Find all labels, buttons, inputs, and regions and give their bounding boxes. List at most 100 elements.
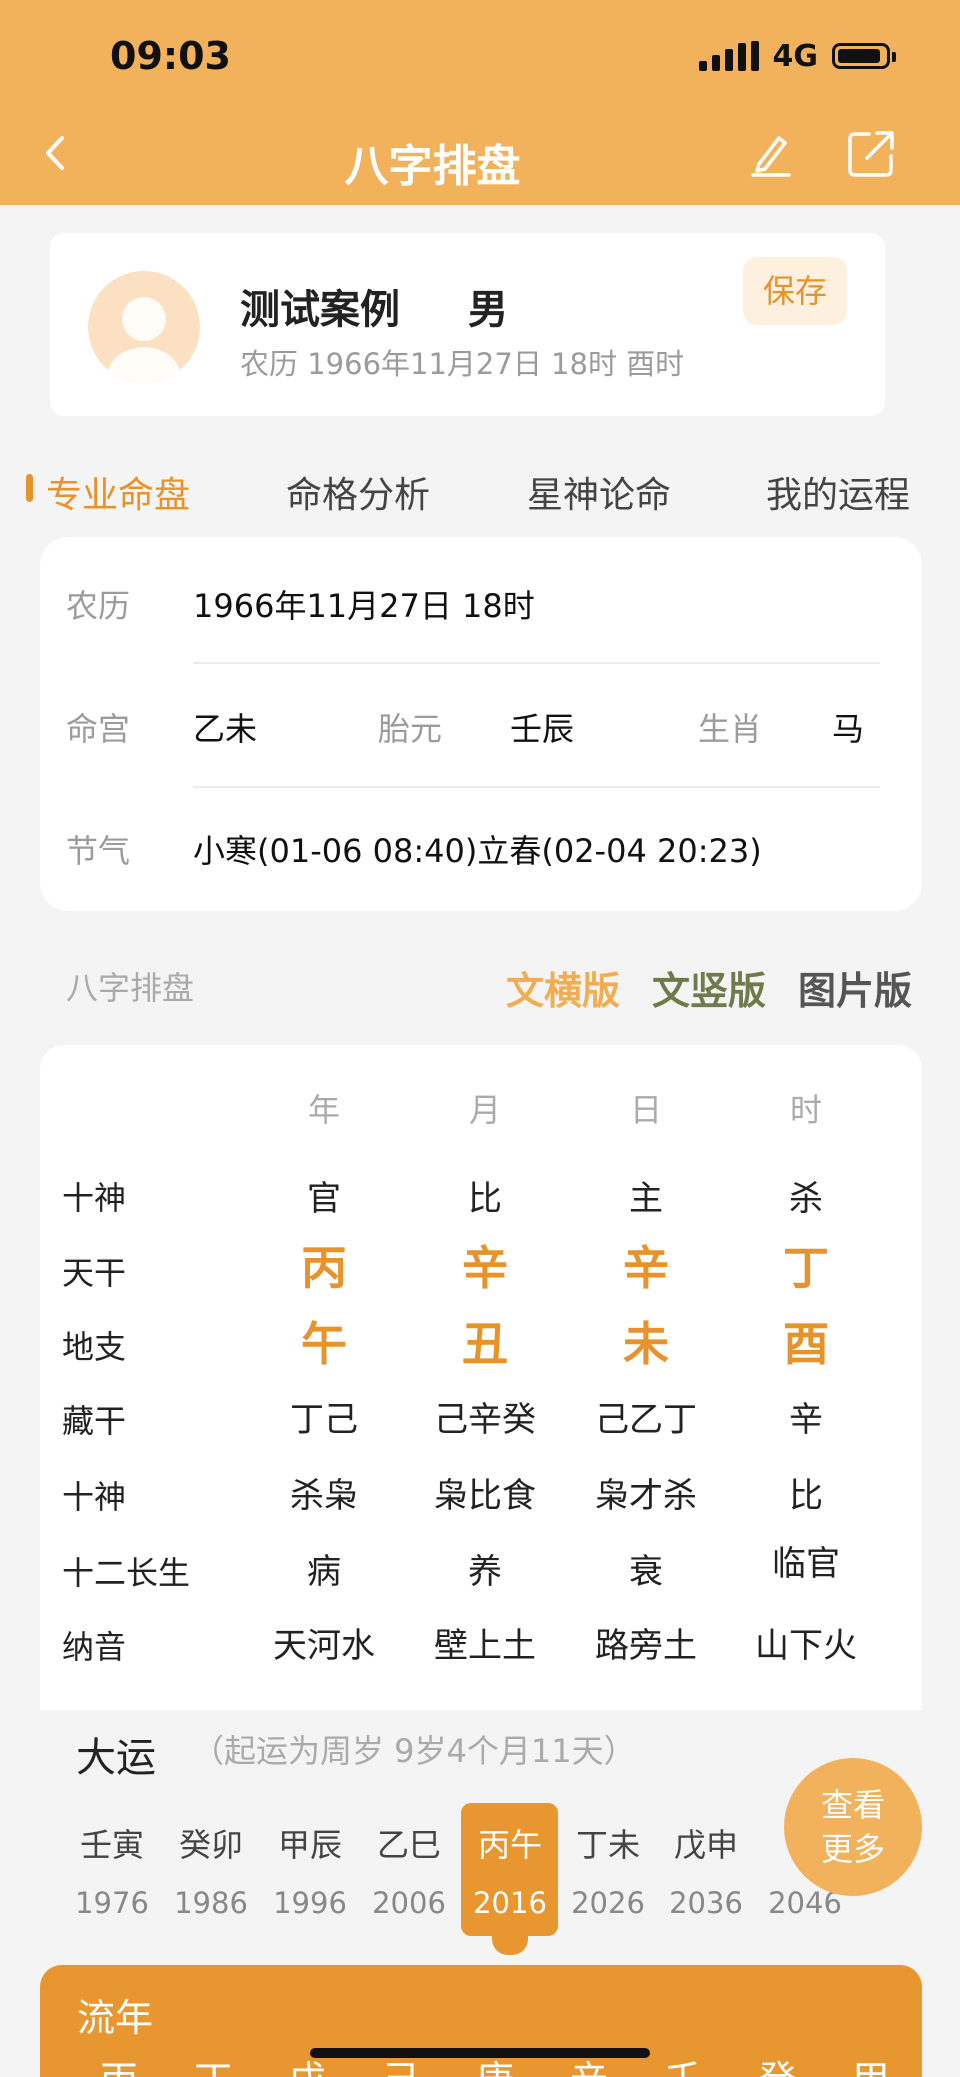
- liunian-item[interactable]: 癸: [746, 2049, 808, 2077]
- taiyuan-value: 壬辰: [510, 710, 575, 748]
- version-image[interactable]: 图片版: [798, 960, 912, 1015]
- cell-shishen-month: 比: [468, 1179, 502, 1219]
- dayun-ganzhi: 癸卯: [178, 1826, 243, 1864]
- version-vertical[interactable]: 文竖版: [652, 960, 766, 1015]
- dayun-subtitle: （起运为周岁 9岁4个月11天）: [192, 1732, 636, 1770]
- profile-card: 测试案例 男 农历 1966年11月27日 18时 酉时 保存: [50, 233, 885, 416]
- dayun-item[interactable]: 戊申 2036: [657, 1820, 755, 1920]
- minggong-label: 命宫: [66, 710, 131, 748]
- column-day: 日: [629, 1091, 662, 1129]
- cell-shishen2-day: 枭才杀: [595, 1476, 697, 1516]
- edit-icon[interactable]: [745, 128, 795, 178]
- view-more-line2: 更多: [820, 1830, 885, 1868]
- lunar-value: 1966年11月27日 18时: [193, 587, 535, 625]
- divider: [193, 662, 880, 664]
- save-button[interactable]: 保存: [743, 257, 847, 325]
- cell-nayin-hour: 山下火: [755, 1626, 857, 1666]
- dayun-ganzhi: 戊申: [673, 1826, 738, 1864]
- cell-nayin-month: 壁上土: [434, 1626, 536, 1666]
- dayun-ganzhi: 乙巳: [376, 1826, 441, 1864]
- row-label-dizhi: 地支: [62, 1328, 127, 1366]
- avatar: [88, 271, 200, 383]
- row-label-canggan: 藏干: [62, 1402, 127, 1440]
- liunian-item[interactable]: 丙: [88, 2049, 150, 2077]
- tab-pattern-analysis[interactable]: 命格分析: [286, 466, 430, 518]
- bazi-chart-card: [40, 1045, 922, 1710]
- cell-shishen2-month: 枭比食: [434, 1476, 536, 1516]
- cell-shishen-year: 官: [307, 1179, 341, 1219]
- cell-canggan-hour: 辛: [789, 1400, 823, 1440]
- tab-professional-chart[interactable]: 专业命盘: [46, 466, 190, 518]
- liunian-item[interactable]: 壬: [652, 2049, 714, 2077]
- dayun-ganzhi: 丁未: [575, 1826, 640, 1864]
- jieqi-label: 节气: [66, 832, 131, 870]
- taiyuan-label: 胎元: [378, 710, 443, 748]
- cell-shishen-hour: 杀: [789, 1179, 823, 1219]
- dayun-ganzhi: 甲辰: [277, 1826, 342, 1864]
- version-horizontal[interactable]: 文横版: [506, 960, 620, 1015]
- cell-dizhi-month: 丑: [462, 1317, 508, 1371]
- liunian-item[interactable]: 丁: [182, 2049, 244, 2077]
- dayun-active-pointer: [492, 1935, 528, 1955]
- dayun-item-active[interactable]: 丙午 2016: [461, 1820, 559, 1920]
- cell-tiangan-hour: 丁: [783, 1241, 829, 1295]
- row-label-nayin: 纳音: [62, 1628, 127, 1666]
- shengxiao-label: 生肖: [698, 710, 763, 748]
- minggong-value: 乙未: [193, 710, 258, 748]
- status-icons: 4G: [698, 36, 896, 76]
- dayun-year: 2036: [669, 1886, 743, 1920]
- cell-tiangan-month: 辛: [462, 1241, 508, 1295]
- cell-tiangan-year: 丙: [301, 1241, 347, 1295]
- info-card: 农历 1966年11月27日 18时 命宫 乙未 胎元 壬辰 生肖 马 节气 小…: [40, 537, 922, 911]
- avatar-person-icon: [106, 297, 182, 383]
- dayun-item[interactable]: 癸卯 1986: [162, 1820, 260, 1920]
- tab-star-analysis[interactable]: 星神论命: [527, 466, 671, 518]
- dayun-ganzhi: 丙午: [477, 1826, 542, 1864]
- cell-canggan-day: 己乙丁: [595, 1400, 697, 1440]
- cell-dizhi-hour: 酉: [783, 1317, 829, 1371]
- dayun-year: 2026: [571, 1886, 645, 1920]
- shengxiao-value: 马: [832, 710, 865, 748]
- cell-shishen2-year: 杀枭: [290, 1476, 358, 1516]
- row-label-shishen-hidden: 十神: [62, 1478, 127, 1516]
- tab-my-fortune[interactable]: 我的运程: [766, 466, 910, 518]
- jieqi-value: 小寒(01-06 08:40)立春(02-04 20:23): [193, 832, 762, 870]
- dayun-item[interactable]: 丁未 2026: [559, 1820, 657, 1920]
- row-label-shishen: 十神: [62, 1179, 127, 1217]
- dayun-year: 1986: [174, 1886, 248, 1920]
- view-more-line1: 查看: [820, 1786, 885, 1824]
- dayun-year: 2006: [372, 1886, 446, 1920]
- liunian-item[interactable]: 甲: [840, 2049, 902, 2077]
- view-more-button[interactable]: 查看 更多: [784, 1758, 922, 1896]
- cell-canggan-month: 己辛癸: [434, 1400, 536, 1440]
- cell-dizhi-year: 午: [301, 1317, 347, 1371]
- dayun-item[interactable]: 乙巳 2006: [360, 1820, 458, 1920]
- cell-canggan-year: 丁己: [290, 1400, 358, 1440]
- cell-shishen2-hour: 比: [789, 1476, 823, 1516]
- home-indicator[interactable]: [310, 2048, 650, 2058]
- dayun-year: 1976: [75, 1886, 149, 1920]
- cell-tiangan-day: 辛: [623, 1241, 669, 1295]
- liunian-title: 流年: [77, 1996, 154, 2040]
- column-year: 年: [307, 1091, 340, 1129]
- cell-changsheng-year: 病: [307, 1552, 341, 1592]
- profile-gender: 男: [468, 287, 508, 333]
- dayun-title: 大运: [76, 1735, 156, 1781]
- divider: [193, 786, 880, 788]
- cell-changsheng-hour: 临官: [772, 1544, 840, 1584]
- liunian-panel: 流年 丙 丁 戊 己 庚 辛 壬 癸 甲 乙: [40, 1965, 922, 2077]
- dayun-item[interactable]: 壬寅 1976: [63, 1820, 161, 1920]
- column-hour: 时: [789, 1091, 822, 1129]
- cell-changsheng-day: 衰: [629, 1552, 663, 1592]
- dayun-item[interactable]: 甲辰 1996: [261, 1820, 359, 1920]
- share-icon[interactable]: [845, 128, 897, 180]
- signal-icon: [698, 41, 759, 71]
- cell-nayin-year: 天河水: [273, 1626, 375, 1666]
- cell-changsheng-month: 养: [468, 1552, 502, 1592]
- dayun-year: 1996: [273, 1886, 347, 1920]
- dayun-ganzhi: 壬寅: [79, 1826, 144, 1864]
- column-month: 月: [468, 1091, 501, 1129]
- cell-nayin-day: 路旁土: [595, 1626, 697, 1666]
- bazi-section-title: 八字排盘: [66, 969, 195, 1007]
- status-time: 09:03: [110, 34, 231, 78]
